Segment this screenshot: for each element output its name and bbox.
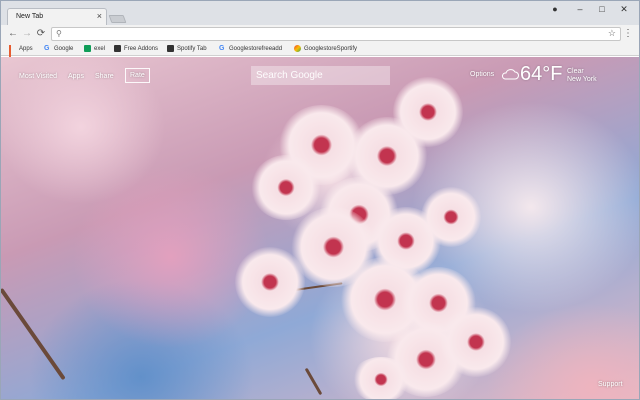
bookmark-spotify-tab[interactable]: Spotify Tab (167, 45, 207, 52)
bookmark-label: Free Addons (124, 45, 159, 52)
rainbow-icon (294, 45, 301, 52)
close-window-button[interactable]: ✕ (617, 4, 631, 15)
branch-decoration (1, 287, 66, 381)
title-bar: New Tab × ● – □ ✕ (1, 1, 639, 25)
minimize-button[interactable]: – (573, 4, 587, 14)
browser-window: New Tab × ● – □ ✕ ← → ⟳ ⚲ ☆ ⋮ Apps G Goo… (0, 0, 640, 400)
bookmark-exel[interactable]: exel (84, 45, 105, 52)
forward-button[interactable]: → (21, 28, 33, 40)
cloud-icon (501, 69, 519, 80)
bookmark-label: Spotify Tab (177, 45, 207, 52)
blossom-decoration (421, 187, 481, 247)
apps-grid-icon (9, 45, 16, 63)
bookmark-label: exel (94, 45, 106, 52)
bookmark-free-addons[interactable]: Free Addons (114, 45, 158, 52)
blossom-decoration (393, 77, 463, 147)
bookmark-googlestorefreeadd[interactable]: G Googlestorefreeadd (219, 45, 282, 52)
bookmark-label: GooglestoreSportify (304, 45, 358, 52)
options-link[interactable]: Options (470, 71, 494, 78)
new-tab-page: Most Visited Apps Share Rate Options 64°… (1, 57, 639, 399)
blossom-decoration (235, 247, 305, 317)
blossom-decoration (351, 357, 411, 399)
nav-rate-button[interactable]: Rate (125, 68, 150, 83)
bookmark-star-icon[interactable]: ☆ (608, 28, 616, 39)
film-icon (167, 45, 174, 52)
blossom-decoration (251, 155, 321, 220)
bookmark-label: Google (54, 45, 74, 52)
bookmark-googlestoresportify[interactable]: GooglestoreSportify (294, 45, 357, 52)
weather-condition: Clear New York (567, 68, 597, 84)
sheets-icon (84, 45, 91, 52)
temperature-readout: 64°F (520, 63, 563, 85)
search-input[interactable] (251, 66, 390, 85)
blossom-decoration (441, 307, 511, 377)
nav-share[interactable]: Share (95, 73, 114, 80)
google-icon: G (219, 45, 225, 52)
nav-most-visited[interactable]: Most Visited (19, 73, 57, 80)
toolbar: ← → ⟳ ⚲ ☆ ⋮ (1, 25, 639, 43)
new-tab-button[interactable] (108, 15, 127, 23)
nav-apps[interactable]: Apps (68, 73, 84, 80)
bookmark-apps[interactable]: Apps (9, 45, 33, 63)
google-icon: G (44, 45, 50, 52)
bookmark-label: Apps (19, 45, 33, 52)
tab-title: New Tab (16, 13, 44, 20)
bookmarks-bar: Apps G Google exel Free Addons Spotify T… (1, 43, 639, 63)
address-bar[interactable]: ⚲ ☆ (51, 27, 621, 41)
weather-location: New York (567, 76, 597, 83)
support-link[interactable]: Support (598, 381, 623, 388)
address-input[interactable] (66, 28, 596, 40)
film-icon (114, 45, 121, 52)
bookmark-google[interactable]: G Google (44, 45, 73, 52)
search-icon: ⚲ (56, 29, 62, 38)
tab-close-icon[interactable]: × (97, 11, 102, 21)
branch-decoration (304, 367, 323, 396)
maximize-button[interactable]: □ (595, 4, 609, 14)
bookmark-label: Googlestorefreeadd (229, 45, 283, 52)
search-box[interactable] (251, 66, 390, 85)
tab-new-tab[interactable]: New Tab × (7, 8, 107, 25)
back-button[interactable]: ← (7, 28, 19, 40)
weather-condition-text: Clear (567, 68, 584, 75)
menu-icon[interactable]: ⋮ (623, 28, 633, 39)
profile-icon[interactable]: ● (548, 4, 562, 14)
reload-button[interactable]: ⟳ (35, 28, 47, 40)
